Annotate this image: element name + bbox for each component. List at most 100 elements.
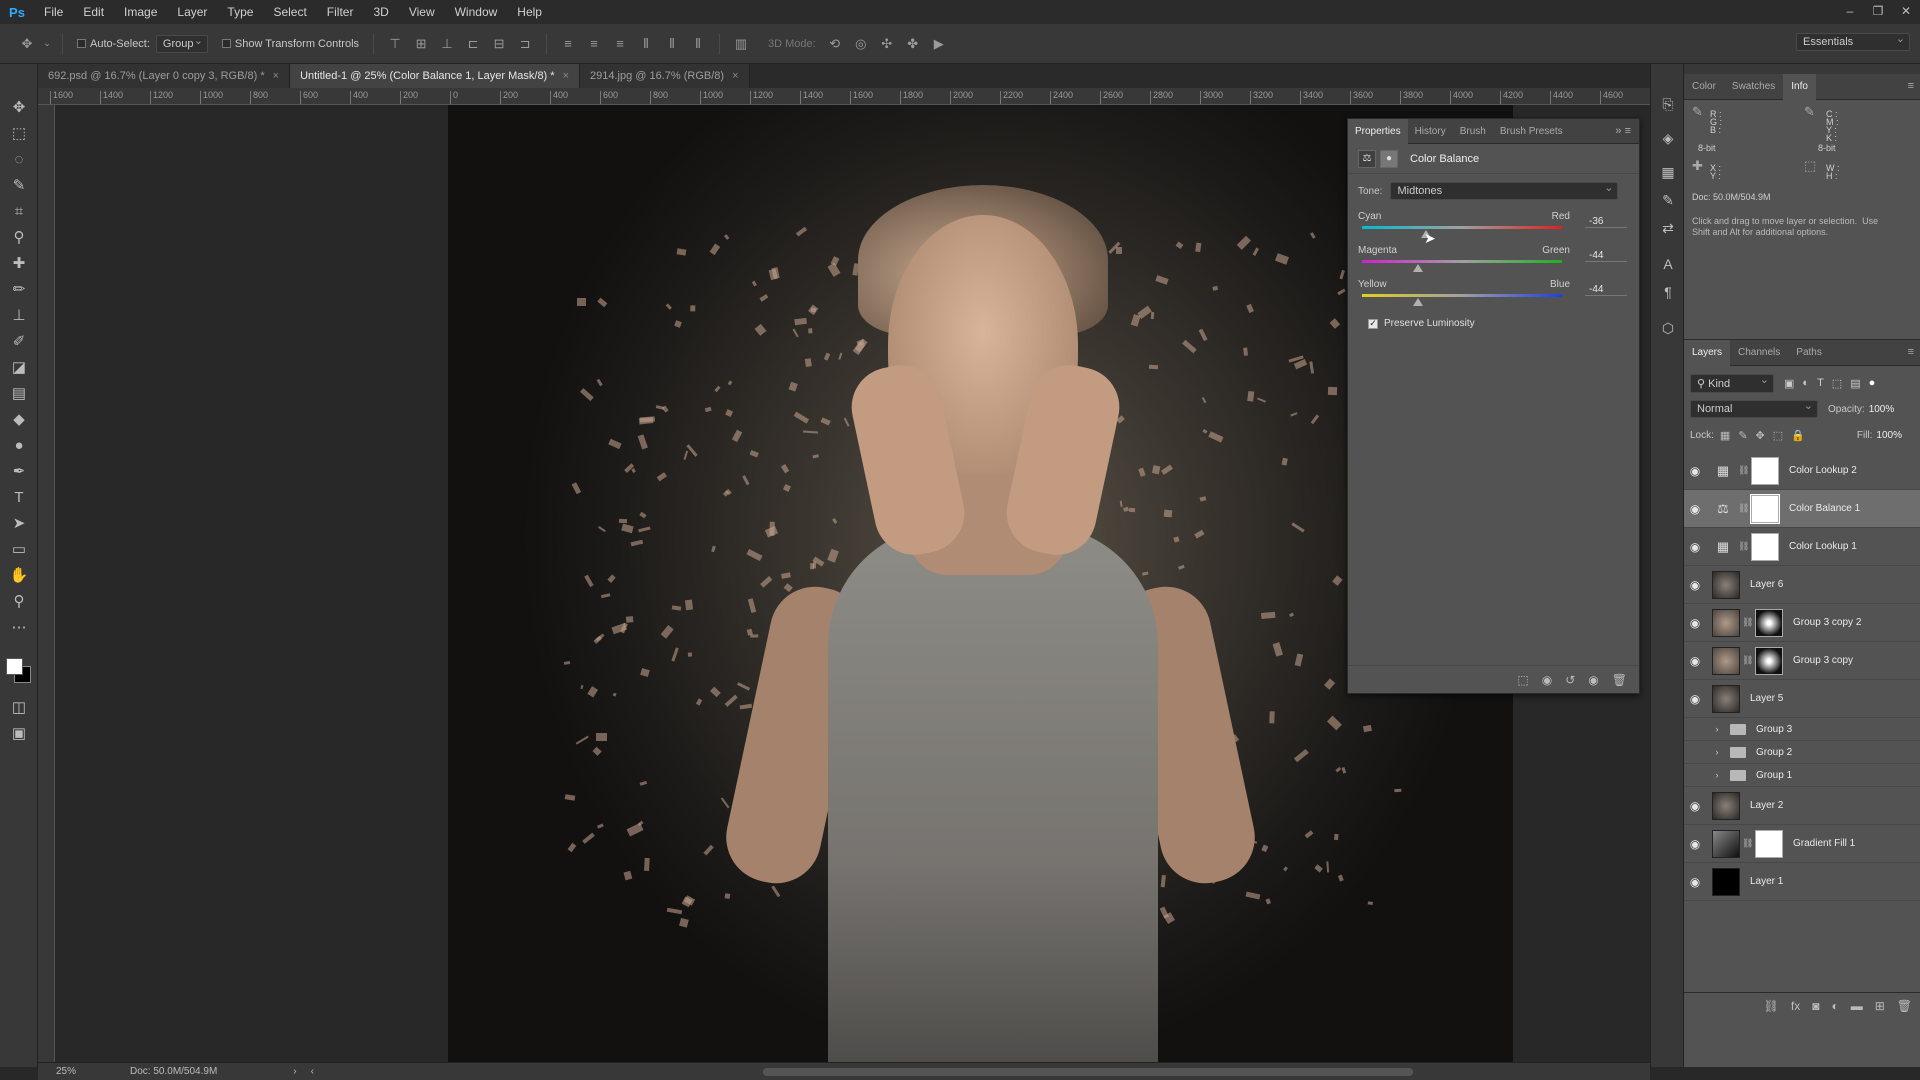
expand-arrow-icon[interactable]: › bbox=[1710, 770, 1724, 780]
tab-swatches[interactable]: Swatches bbox=[1724, 74, 1783, 100]
menu-view[interactable]: View bbox=[399, 0, 445, 24]
layer-mask-thumbnail[interactable] bbox=[1751, 456, 1779, 485]
tab-color[interactable]: Color bbox=[1684, 74, 1724, 100]
new-adjustment-icon[interactable]: ◐ bbox=[1831, 999, 1838, 1013]
quick-mask-icon[interactable]: ◫ bbox=[0, 694, 38, 720]
slider-thumb[interactable] bbox=[1413, 298, 1423, 306]
auto-align-icon[interactable]: ▥ bbox=[730, 33, 752, 55]
marquee-tool-icon[interactable]: ⬚ bbox=[0, 120, 38, 146]
move-tool-icon[interactable]: ✥ bbox=[0, 94, 38, 120]
history-panel-icon[interactable]: ⎘ bbox=[1651, 90, 1685, 118]
distribute-hcenter-icon[interactable]: ⦀ bbox=[661, 33, 683, 55]
shape-tool-icon[interactable]: ▭ bbox=[0, 536, 38, 562]
layer-mask-thumbnail[interactable] bbox=[1751, 532, 1779, 561]
align-right-icon[interactable]: ⊐ bbox=[514, 33, 536, 55]
menu-layer[interactable]: Layer bbox=[167, 0, 217, 24]
layer-mask-thumbnail[interactable] bbox=[1750, 493, 1780, 524]
layer-thumbnail[interactable] bbox=[1712, 684, 1740, 713]
distribute-vcenter-icon[interactable]: ≡ bbox=[583, 33, 605, 55]
menu-window[interactable]: Window bbox=[445, 0, 508, 24]
slider-thumb[interactable] bbox=[1413, 264, 1423, 272]
distribute-left-icon[interactable]: ⦀ bbox=[635, 33, 657, 55]
move-tool-icon[interactable]: ✥ bbox=[16, 33, 38, 55]
minimize-button[interactable]: – bbox=[1836, 0, 1864, 24]
screen-mode-icon[interactable]: ▣ bbox=[0, 720, 38, 746]
distribute-bottom-icon[interactable]: ≡ bbox=[609, 33, 631, 55]
auto-select-check-box[interactable] bbox=[77, 39, 86, 48]
panel-menu-icon[interactable]: » ≡ bbox=[1615, 125, 1639, 137]
brush-presets-icon[interactable]: ✎ bbox=[1651, 186, 1685, 214]
visibility-eye-icon[interactable]: ◉ bbox=[1588, 673, 1598, 687]
opacity-value[interactable]: 100% bbox=[1869, 404, 1895, 415]
layer-row[interactable]: ◉ › Group 1 bbox=[1684, 764, 1920, 787]
visibility-eye-icon[interactable]: ◉ bbox=[1684, 616, 1706, 630]
tone-dropdown[interactable]: Midtones bbox=[1390, 181, 1619, 200]
filter-shape-icon[interactable]: ⬚ bbox=[1832, 377, 1842, 390]
tab-layers[interactable]: Layers bbox=[1684, 339, 1731, 366]
delete-layer-icon[interactable]: 🗑 bbox=[1897, 999, 1912, 1013]
filter-toggle-icon[interactable]: ● bbox=[1869, 377, 1876, 389]
filter-smart-object-icon[interactable]: ▤ bbox=[1850, 377, 1860, 390]
clone-source-icon[interactable]: ⇄ bbox=[1651, 214, 1685, 242]
show-transform-check-box[interactable] bbox=[221, 39, 231, 48]
align-hcenter-icon[interactable]: ⊟ bbox=[488, 33, 510, 55]
blur-tool-icon[interactable]: ◆ bbox=[0, 406, 38, 432]
menu-type[interactable]: Type bbox=[217, 0, 263, 24]
layer-row[interactable]: ◉ ▦ ⛓ Color Lookup 1 bbox=[1684, 528, 1920, 566]
chain-link-icon[interactable]: ⛓ bbox=[1738, 541, 1749, 552]
layer-row[interactable]: ◉ ⛓ Group 3 copy bbox=[1684, 642, 1920, 680]
gradient-tool-icon[interactable]: ▤ bbox=[0, 380, 38, 406]
eraser-tool-icon[interactable]: ◪ bbox=[0, 354, 38, 380]
chain-link-icon[interactable]: ⛓ bbox=[1742, 655, 1753, 666]
layer-thumbnail[interactable] bbox=[1712, 867, 1740, 896]
visibility-eye-icon[interactable]: ◉ bbox=[1684, 502, 1706, 516]
preserve-luminosity-checkbox[interactable]: ✓ Preserve Luminosity bbox=[1348, 310, 1639, 337]
workspace-dropdown[interactable]: Essentials bbox=[1796, 32, 1910, 51]
layer-thumbnail[interactable] bbox=[1712, 570, 1740, 599]
filter-adjustment-icon[interactable]: ◐ bbox=[1802, 377, 1809, 389]
brush-panel-icon[interactable]: ▦ bbox=[1651, 158, 1685, 186]
filter-pixel-icon[interactable]: ▣ bbox=[1784, 377, 1794, 390]
menu-image[interactable]: Image bbox=[114, 0, 167, 24]
layer-mask-icon[interactable]: ● bbox=[1380, 149, 1398, 168]
lock-pixels-icon[interactable]: ✎ bbox=[1738, 429, 1747, 442]
align-bottom-icon[interactable]: ⊥ bbox=[436, 33, 458, 55]
visibility-eye-icon[interactable]: ◉ bbox=[1684, 654, 1706, 668]
layer-thumbnail[interactable] bbox=[1712, 791, 1740, 820]
gradient-thumbnail[interactable] bbox=[1712, 829, 1740, 858]
status-arrow-icon[interactable]: › bbox=[293, 1066, 296, 1077]
slider-yellow-blue[interactable]: Yellow Blue -44 bbox=[1348, 276, 1639, 310]
link-layers-icon[interactable]: ⛓ bbox=[1764, 999, 1779, 1013]
restore-button[interactable]: ❐ bbox=[1864, 0, 1892, 24]
lasso-tool-icon[interactable]: ◌ bbox=[0, 146, 38, 172]
clone-stamp-tool-icon[interactable]: ⊥ bbox=[0, 302, 38, 328]
horizontal-scrollbar[interactable] bbox=[763, 1068, 1413, 1076]
auto-select-checkbox[interactable]: Auto-Select: bbox=[77, 38, 150, 50]
layer-row[interactable]: ◉ › Group 3 bbox=[1684, 718, 1920, 741]
show-transform-checkbox[interactable]: Show Transform Controls bbox=[221, 38, 359, 50]
menu-filter[interactable]: Filter bbox=[317, 0, 364, 24]
visibility-eye-icon[interactable]: ◉ bbox=[1684, 692, 1706, 706]
add-mask-icon[interactable]: ◙ bbox=[1812, 999, 1819, 1013]
tab-channels[interactable]: Channels bbox=[1730, 340, 1788, 366]
layer-row[interactable]: ◉ ⛓ Group 3 copy 2 bbox=[1684, 604, 1920, 642]
tab-brush-presets[interactable]: Brush Presets bbox=[1493, 119, 1570, 144]
tab-history[interactable]: History bbox=[1408, 119, 1453, 144]
new-layer-icon[interactable]: ⊞ bbox=[1875, 999, 1885, 1013]
panel-menu-icon[interactable]: ≡ bbox=[1908, 80, 1914, 92]
distribute-right-icon[interactable]: ⦀ bbox=[687, 33, 709, 55]
zoom-tool-icon[interactable]: ⚲ bbox=[0, 588, 38, 614]
close-icon[interactable]: × bbox=[732, 70, 738, 82]
chain-link-icon[interactable]: ⛓ bbox=[1738, 503, 1749, 514]
panel-menu-icon[interactable]: ≡ bbox=[1908, 346, 1914, 358]
roll-3d-icon[interactable]: ◎ bbox=[850, 33, 872, 55]
slider-value-field[interactable]: -36 bbox=[1585, 216, 1627, 228]
crop-tool-icon[interactable]: ⌗ bbox=[0, 198, 38, 224]
doc-tab-untitled-1[interactable]: Untitled-1 @ 25% (Color Balance 1, Layer… bbox=[290, 64, 580, 88]
drag-3d-icon[interactable]: ✣ bbox=[876, 33, 898, 55]
lock-artboard-icon[interactable]: ⬚ bbox=[1773, 429, 1783, 442]
zoom-level[interactable]: 25% bbox=[56, 1066, 76, 1077]
slider-track[interactable] bbox=[1362, 226, 1562, 229]
visibility-eye-icon[interactable]: ◉ bbox=[1684, 722, 1706, 736]
visibility-eye-icon[interactable]: ◉ bbox=[1684, 578, 1706, 592]
